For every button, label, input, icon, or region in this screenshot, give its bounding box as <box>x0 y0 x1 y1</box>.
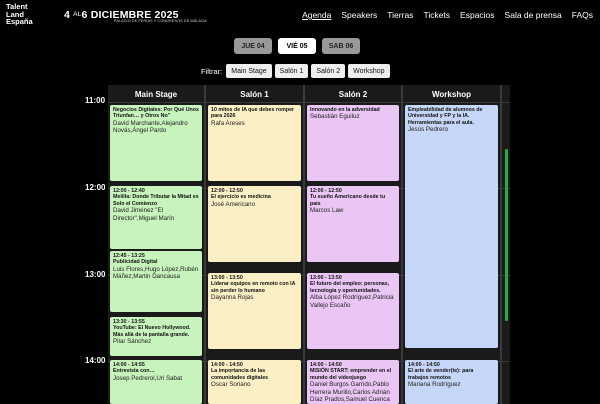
nav-tierras[interactable]: Tierras <box>387 10 413 20</box>
nav-faqs[interactable]: FAQs <box>572 10 593 20</box>
column-divider <box>500 85 502 404</box>
event-card[interactable]: 14:00 - 14:50 MISIÓN START: emprender en… <box>307 360 399 404</box>
event-title: Empleabilidad de alumnos de Universidad … <box>408 107 483 126</box>
event-card[interactable]: Empleabilidad de alumnos de Universidad … <box>405 105 498 348</box>
event-title: La importancia de las comunidades digita… <box>211 368 269 381</box>
event-title: YouTube: El Nuevo Hollywood. Más allá de… <box>113 325 191 338</box>
schedule-scrollbar[interactable] <box>505 149 508 321</box>
event-title: 10 mitos de IA que debes romper para 202… <box>211 107 295 120</box>
time-label: 14:00 <box>85 356 106 365</box>
nav-tickets[interactable]: Tickets <box>423 10 450 20</box>
event-card[interactable]: 14:00 - 14:50 La importancia de las comu… <box>208 360 301 404</box>
venue-name: PALACIO DE FERIAS Y CONGRESOS DE MÁLAGA <box>114 19 207 23</box>
column-divider <box>401 85 403 404</box>
logo-line-3: España <box>6 17 33 26</box>
event-card[interactable]: 13:00 - 13:50 Liderar equipos en remoto … <box>208 273 301 349</box>
event-speakers: Dayanna Rojas <box>211 294 254 302</box>
event-card[interactable]: 10 mitos de IA que debes romper para 202… <box>208 105 301 181</box>
event-speakers: Pilar Sánchez <box>113 338 152 346</box>
column-divider <box>303 85 305 404</box>
filter-main-stage[interactable]: Main Stage <box>226 64 272 78</box>
column-header-main-stage: Main Stage <box>134 90 178 99</box>
event-speakers: David Marchante,Alejandro Novás,Ángel Pa… <box>113 119 188 135</box>
event-card[interactable]: 12:00 - 12:50 El ejercicio es medicina J… <box>208 186 301 262</box>
filter-workshop[interactable]: Workshop <box>348 64 390 78</box>
nav-speakers[interactable]: Speakers <box>341 10 377 20</box>
event-title: Liderar equipos en remoto con IA sin per… <box>211 281 296 294</box>
event-title: Tu sueño Americano desde tu país <box>310 194 386 207</box>
event-speakers: Josep Pedrerol,Uri Sabat <box>113 374 183 382</box>
date-end: 6 <box>81 9 88 21</box>
column-header-workshop: Workshop <box>432 90 471 99</box>
event-speakers: Rafa Areses <box>211 119 245 127</box>
event-card[interactable]: 12:45 - 13:25 Publicidad Digital Luis Fl… <box>110 251 202 312</box>
event-speakers: Mariana Rodríguez <box>408 381 461 389</box>
nav-sala-de-prensa[interactable]: Sala de prensa <box>505 10 562 20</box>
time-label: 13:00 <box>85 270 106 279</box>
event-speakers: Oscar Soriano <box>211 381 251 389</box>
event-speakers: Daniel Burgos Garrido,Pablo Herrera Muri… <box>310 381 390 404</box>
event-speakers: Jesús Pedrero <box>408 126 448 134</box>
event-card[interactable]: 12:00 - 12:50 Tu sueño Americano desde t… <box>307 186 399 262</box>
filter-salon-2[interactable]: Salón 2 <box>311 64 346 78</box>
schedule-grid: 11:00 12:00 13:00 14:00 Main Stage Salón… <box>0 85 600 404</box>
nav-espacios[interactable]: Espacios <box>460 10 495 20</box>
event-card[interactable]: 13:00 - 13:50 El futuro del empleo: pers… <box>307 273 399 349</box>
time-label: 11:00 <box>85 96 106 105</box>
tab-vie-05[interactable]: VIÉ 05 <box>278 38 316 54</box>
event-title: MISIÓN START: emprender en el mundo del … <box>310 368 392 381</box>
calendar-body: Main Stage Salón 1 Salón 2 Workshop Nego… <box>108 85 510 404</box>
event-speakers: Sebastián Eguiluz <box>310 113 360 121</box>
event-card[interactable]: Innovando en la adversidad Sebastián Egu… <box>307 105 399 181</box>
date-separator: AL <box>73 11 82 18</box>
column-header-salon-1: Salón 1 <box>240 90 269 99</box>
time-label: 12:00 <box>85 183 106 192</box>
talent-land-logo[interactable]: Talent Land España <box>6 3 33 26</box>
date-start: 4 <box>64 9 71 21</box>
site-header: Talent Land España 4 AL6 DICIEMBRE 2025 … <box>0 0 600 30</box>
event-title: El arte de vender(te): para trabajos rem… <box>408 368 474 381</box>
event-card[interactable]: 13:30 - 13:55 YouTube: El Nuevo Hollywoo… <box>110 317 202 356</box>
event-title: Negocios Digitales: Por Qué Unos Triunfa… <box>113 107 199 120</box>
event-speakers: José Americano <box>211 200 256 208</box>
filter-label: Filtrar: <box>201 66 223 76</box>
event-speakers: Alba López Rodríguez,Patricia Vallejo Es… <box>310 294 394 309</box>
event-card[interactable]: 14:00 - 14:55 Entrevista con… Josep Pedr… <box>110 360 202 404</box>
event-card[interactable]: 14:00 - 14:50 El arte de vender(te): par… <box>405 360 498 404</box>
event-card[interactable]: 12:00 - 12:40 Melilla: Donde Tributar la… <box>110 186 202 249</box>
filter-salon-1[interactable]: Salón 1 <box>274 64 309 78</box>
event-card[interactable]: Negocios Digitales: Por Qué Unos Triunfa… <box>110 105 202 181</box>
day-tabs: JUE 04 VIÉ 05 SAB 06 <box>234 38 360 54</box>
event-speakers: Luis Flores,Hugo López,Rubén Máñez,Marti… <box>113 265 199 281</box>
event-title: El futuro del empleo: personas, tecnolog… <box>310 281 390 294</box>
nav-agenda[interactable]: Agenda <box>302 10 331 20</box>
main-nav: Agenda Speakers Tierras Tickets Espacios… <box>302 10 593 20</box>
event-title: Melilla: Donde Tributar la Mitad es Solo… <box>113 194 199 207</box>
room-filter: Filtrar: Main Stage Salón 1 Salón 2 Work… <box>201 64 390 78</box>
event-speakers: Marcos Law <box>310 207 344 215</box>
tab-jue-04[interactable]: JUE 04 <box>234 38 272 54</box>
tab-sab-06[interactable]: SAB 06 <box>322 38 360 54</box>
column-header-salon-2: Salón 2 <box>338 90 368 99</box>
event-speakers: David Jiménez "El Director",Miguel Marín <box>113 207 175 222</box>
column-divider <box>204 85 206 404</box>
